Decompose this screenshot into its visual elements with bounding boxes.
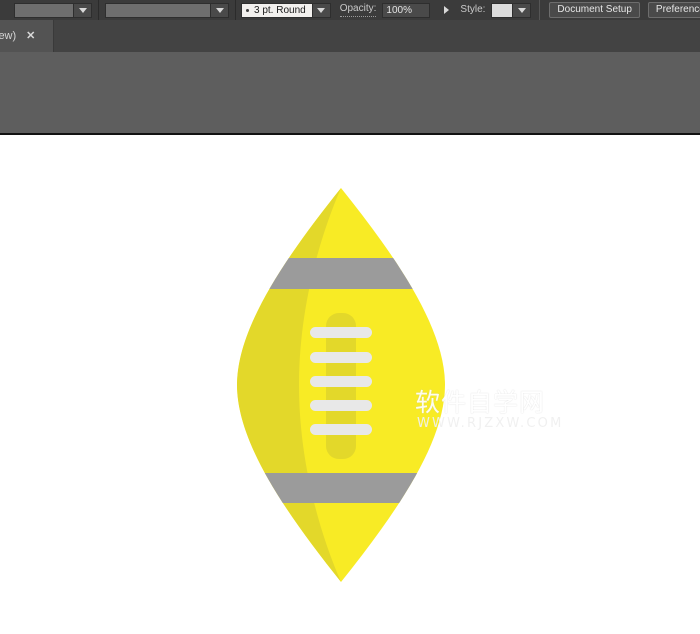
stripe-bottom: [237, 473, 445, 503]
divider-3: [539, 0, 541, 20]
control-bar-left-pad: [0, 0, 14, 20]
chevron-down-icon: [317, 7, 326, 13]
workspace-chrome: [0, 52, 700, 133]
divider-1: [98, 0, 99, 20]
close-icon[interactable]: ✕: [26, 30, 35, 42]
graphic-style-field[interactable]: [105, 2, 211, 18]
lace-bar: [310, 376, 372, 387]
brush-definition-field[interactable]: [14, 2, 74, 18]
artboard-canvas[interactable]: 软件自学网 WWW.RJZXW.COM: [0, 135, 700, 634]
preferences-button[interactable]: Preferences: [647, 2, 700, 18]
stripe-top: [237, 258, 445, 289]
brush-definition-dropdown-button[interactable]: [74, 2, 92, 18]
illustrator-window: 3 pt. Round Opacity: 100% Style: Documen…: [0, 0, 700, 634]
chevron-right-icon: [443, 6, 449, 14]
stroke-profile-combo[interactable]: 3 pt. Round: [241, 2, 331, 18]
graphic-style-dropdown-button[interactable]: [211, 2, 229, 18]
control-bar: 3 pt. Round Opacity: 100% Style: Documen…: [0, 0, 700, 20]
document-tab-bar: iew) ✕: [0, 20, 700, 52]
opacity-expand-button[interactable]: [438, 2, 455, 18]
stroke-dot-icon: [246, 8, 249, 12]
style-label: Style:: [460, 4, 486, 15]
opacity-label[interactable]: Opacity:: [339, 3, 377, 17]
document-tab[interactable]: iew) ✕: [0, 20, 54, 52]
lace-bar: [310, 424, 372, 435]
lace-bar: [310, 352, 372, 363]
lace-bar: [310, 400, 372, 411]
stroke-profile-label: 3 pt. Round: [254, 4, 306, 16]
opacity-value: 100%: [386, 4, 412, 16]
football-illustration[interactable]: [237, 188, 445, 582]
chevron-down-icon: [517, 7, 526, 13]
document-setup-button[interactable]: Document Setup: [549, 2, 640, 18]
document-tab-label: iew): [0, 30, 17, 42]
stroke-profile-dropdown-button[interactable]: [312, 2, 331, 18]
style-dropdown-button[interactable]: [513, 2, 532, 18]
divider-2: [235, 0, 236, 20]
lace-bar: [310, 327, 372, 338]
chevron-down-icon: [78, 7, 87, 13]
opacity-input[interactable]: 100%: [382, 2, 431, 18]
football-svg: [237, 188, 445, 582]
style-swatch[interactable]: [491, 2, 514, 18]
chevron-down-icon: [215, 7, 224, 13]
stroke-profile-field[interactable]: 3 pt. Round: [241, 2, 313, 18]
